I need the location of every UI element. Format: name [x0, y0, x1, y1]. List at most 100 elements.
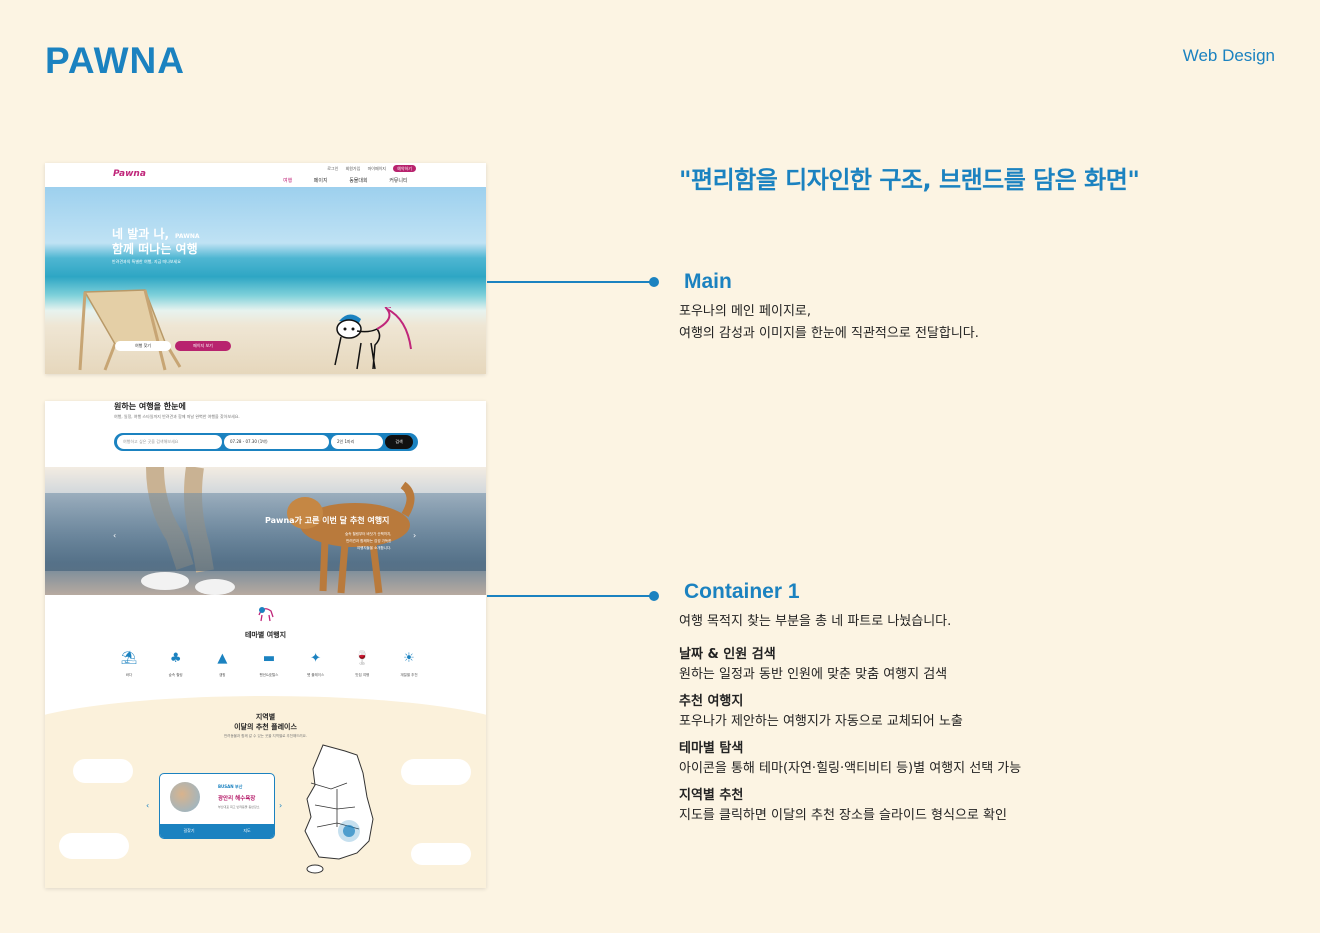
beach-chair-illustration [78, 289, 182, 371]
page-headline: "편리함을 디자인한 구조, 브랜드를 담은 화면" [679, 166, 1140, 194]
map-button[interactable]: 지도 [218, 824, 274, 838]
mock-hero-subtitle: 반려견과의 특별한 여행, 지금 떠나보세요 [112, 259, 181, 264]
theme-label: 캠핑 [219, 673, 226, 677]
mock-hero-headline: 네 발과 나, 함께 떠나는 여행 [112, 227, 198, 257]
place-region: BUSAN 부산 [218, 784, 243, 789]
search-bar: 여행하고 싶은 곳을 검색해보세요 07.28 - 07.30 (1박) 2인 … [114, 433, 418, 451]
pet-place-icon: ✦ [310, 651, 322, 666]
beach-icon: ⛱ [120, 651, 138, 666]
connector-dot-main [649, 277, 659, 287]
season-icon: ☀ [403, 651, 415, 666]
camping-icon: ▲ [217, 651, 228, 666]
place-name: 광안리 해수욕장 [218, 796, 256, 802]
mock-menu-item[interactable]: 페이지 [314, 178, 328, 184]
reco-next-arrow[interactable]: › [413, 531, 416, 540]
region-section-subtitle: 반려동물과 함께 갈 수 있는 곳을 지역별로 추천해드려요. [224, 734, 307, 738]
dog-mascot-illustration [334, 307, 412, 370]
view-page-button[interactable]: 페이지 보기 [175, 341, 231, 351]
connector-dot-container [649, 591, 659, 601]
main-page-mockup: Pawna 여행 페이지 동물대회 커뮤니티 로그인 회원가입 마이페이지 예약… [45, 163, 486, 374]
search-button[interactable]: 검색 [385, 435, 413, 449]
feature-name: 추천 여행지 [679, 694, 744, 709]
container-mockup: 원하는 여행을 한눈에 여행, 일정, 여행 스타일까지 반려견과 함께 떠날 … [45, 401, 486, 888]
place-card-actions: 길찾기 지도 [160, 824, 274, 838]
mock-util-links: 로그인 회원가입 마이페이지 예약하기 [321, 165, 416, 172]
theme-item-forest[interactable]: ♣ 숲속 힐링 [161, 651, 191, 678]
section-desc-line: 포우나의 메인 페이지로, [679, 304, 811, 319]
recommended-desc-line: 숲속 힐링부터 바닷가 산책까지, [345, 532, 392, 536]
category-tag: Web Design [1182, 46, 1275, 65]
theme-list: ⛱ 바다 ♣ 숲속 힐링 ▲ 캠핑 ▬ 펜션&호텔스 ✦ 펫 플레이스 🍷 맛집 여행 ☀ 계… [114, 651, 424, 678]
recommended-desc-line: 반려견과 함께하는 감성 가득한 [346, 539, 392, 543]
theme-item-camping[interactable]: ▲ 캠핑 [207, 651, 237, 678]
theme-label: 계절별 추천 [400, 673, 418, 677]
cloud-decoration [73, 759, 133, 783]
feature-list: 날짜 & 인원 검색 원하는 일정과 동반 인원에 맞춘 맞춤 여행지 검색 추… [679, 645, 1021, 826]
feature-desc: 지도를 클릭하면 이달의 추천 장소를 슬라이드 형식으로 확인 [679, 808, 1007, 823]
mock-hero-line: 함께 떠나는 여행 [112, 242, 198, 256]
mock-hero-brand: PAWNA [175, 233, 200, 240]
feature-name: 테마별 탐색 [679, 741, 744, 756]
mock-util-pill[interactable]: 예약하기 [393, 165, 416, 172]
theme-dog-icon [258, 607, 274, 622]
connector-line-main [487, 281, 653, 283]
recommended-desc: 숲속 힐링부터 바닷가 산책까지, 반려견과 함께하는 감성 가득한 여행지들을… [345, 531, 391, 552]
brand-logo: PAWNA [45, 40, 185, 81]
mock-menu-item[interactable]: 여행 [283, 178, 292, 184]
mock-util-link[interactable]: 로그인 [327, 166, 338, 171]
theme-item-pet-place[interactable]: ✦ 펫 플레이스 [301, 651, 331, 678]
section-desc-line: 여행의 감성과 이미지를 한눈에 직관적으로 전달합니다. [679, 326, 979, 341]
destination-input[interactable]: 여행하고 싶은 곳을 검색해보세요 [117, 435, 222, 449]
theme-label: 바다 [125, 673, 133, 677]
theme-section-title: 테마별 여행지 [244, 631, 287, 639]
section-desc-main: 포우나의 메인 페이지로, 여행의 감성과 이미지를 한눈에 직관적으로 전달합… [679, 301, 979, 345]
mock-util-link[interactable]: 회원가입 [346, 166, 361, 171]
theme-label: 펜션&호텔스 [259, 673, 279, 677]
theme-label: 펫 플레이스 [307, 673, 325, 677]
feature-name: 날짜 & 인원 검색 [679, 647, 776, 662]
mock-logo: Pawna [113, 169, 146, 179]
forest-icon: ♣ [169, 651, 182, 666]
feature-desc: 포우나가 제안하는 여행지가 자동으로 교체되어 노출 [679, 714, 963, 729]
theme-item-season[interactable]: ☀ 계절별 추천 [394, 651, 424, 678]
mock-util-link[interactable]: 마이페이지 [368, 166, 386, 171]
place-card[interactable]: BUSAN 부산 광안리 해수욕장 부산대표 최고 반려동물 동반장소 길찾기 … [159, 773, 275, 839]
feature-desc: 아이콘을 통해 테마(자연·힐링·액티비티 등)별 여행지 선택 가능 [679, 761, 1022, 776]
mock-menu-item[interactable]: 커뮤니티 [389, 178, 407, 184]
people-field[interactable]: 2인 1마리 [331, 435, 383, 449]
cloud-decoration [401, 759, 471, 785]
recommended-desc-line: 여행지들을 소개합니다. [356, 546, 392, 550]
theme-label: 맛집 여행 [355, 673, 370, 677]
korea-map[interactable] [303, 743, 383, 878]
pension-icon: ▬ [262, 651, 276, 666]
feature-desc: 원하는 일정과 동반 인원에 맞춘 맞춤 여행지 검색 [679, 667, 948, 682]
mock-navbar: Pawna 여행 페이지 동물대회 커뮤니티 로그인 회원가입 마이페이지 예약… [45, 163, 486, 187]
find-trip-button[interactable]: 여행 찾기 [115, 341, 171, 351]
cloud-decoration [411, 843, 471, 865]
recommended-title: Pawna가 고른 이번 달 추천 여행지 [265, 516, 390, 525]
mock-menu-item[interactable]: 동물대회 [349, 178, 367, 184]
mock-menu: 여행 페이지 동물대회 커뮤니티 [283, 177, 428, 184]
search-section-title: 원하는 여행을 한눈에 [114, 402, 186, 411]
date-field[interactable]: 07.28 - 07.30 (1박) [224, 435, 329, 449]
reco-prev-arrow[interactable]: ‹ [113, 531, 116, 540]
region-title-line: 이달의 추천 플레이스 [234, 723, 297, 731]
directions-button[interactable]: 길찾기 [160, 824, 218, 838]
region-title-line: 지역별 [255, 713, 276, 721]
place-desc: 부산대표 최고 반려동물 동반장소 [218, 805, 260, 809]
section-title-container: Container 1 [684, 580, 800, 603]
connector-line-container [487, 595, 653, 597]
mock-hero-banner: 네 발과 나, 함께 떠나는 여행 PAWNA 반려견과의 특별한 여행, 지금… [45, 187, 486, 374]
search-section-subtitle: 여행, 일정, 여행 스타일까지 반려견과 함께 떠날 완벽한 여행을 찾아보세… [114, 414, 240, 419]
theme-item-restaurant[interactable]: 🍷 맛집 여행 [347, 651, 377, 678]
feature-name: 지역별 추천 [679, 788, 744, 803]
theme-label: 숲속 힐링 [168, 673, 183, 677]
region-section-title: 지역별 이달의 추천 플레이스 [45, 712, 486, 732]
cloud-decoration [59, 833, 129, 859]
restaurant-icon: 🍷 [354, 651, 371, 666]
card-next-arrow[interactable]: › [279, 801, 282, 810]
place-photo [170, 782, 200, 812]
theme-item-pension[interactable]: ▬ 펜션&호텔스 [254, 651, 284, 678]
theme-item-beach[interactable]: ⛱ 바다 [114, 651, 144, 678]
card-prev-arrow[interactable]: ‹ [146, 801, 149, 810]
